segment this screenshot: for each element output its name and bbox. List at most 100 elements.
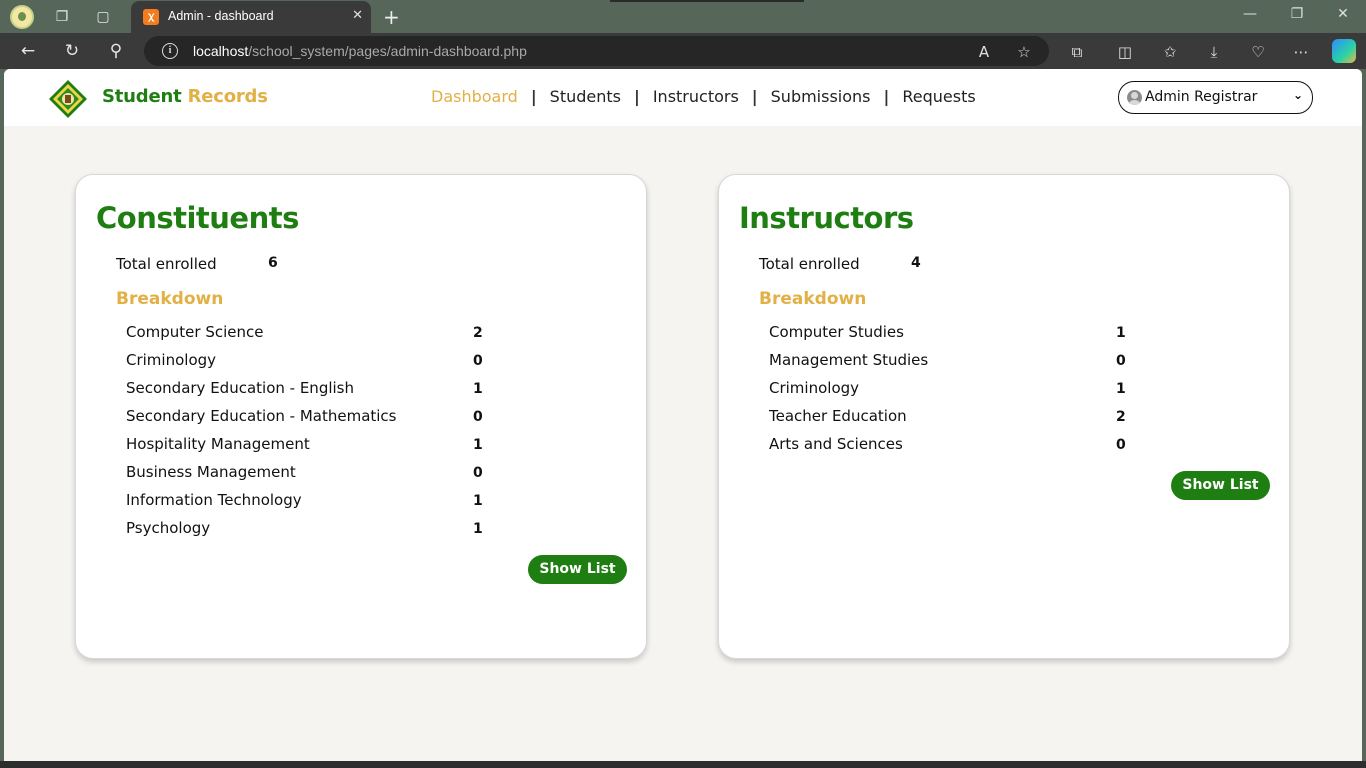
nav-students[interactable]: Students [550, 87, 621, 106]
instructors-title: Instructors [739, 201, 914, 235]
row-label: Secondary Education - English [126, 379, 354, 397]
nav-separator: | [530, 87, 537, 106]
instructors-breakdown-heading: Breakdown [759, 289, 867, 309]
page-viewport: Student Records Dashboard | Students | I… [4, 69, 1362, 761]
row-count: 0 [473, 409, 483, 425]
row-count: 1 [473, 521, 483, 537]
row-count: 1 [1116, 325, 1126, 341]
row-label: Criminology [126, 351, 217, 369]
brand-part-records: Records [181, 86, 268, 107]
row-label: Information Technology [126, 491, 302, 509]
tab-close-icon[interactable]: ✕ [352, 8, 363, 23]
new-tab-icon[interactable]: + [383, 5, 400, 29]
taskbar-edge [0, 761, 1366, 768]
nav-requests[interactable]: Requests [902, 87, 975, 106]
user-select-value: Admin Registrar [1145, 89, 1258, 105]
minimize-icon[interactable]: — [1235, 6, 1265, 22]
breakdown-row: Secondary Education - Mathematics 0 [126, 407, 626, 429]
window-close-icon[interactable]: ✕ [1328, 6, 1358, 22]
breakdown-row: Business Management 0 [126, 463, 626, 485]
nav-separator: | [751, 87, 758, 106]
constituents-total-label: Total enrolled [116, 255, 217, 273]
site-info-icon[interactable]: i [162, 43, 178, 59]
row-count: 2 [1116, 409, 1126, 425]
browser-navbar: ← ↻ ⚲ i localhost/school_system/pages/ad… [0, 33, 1366, 69]
breakdown-row: Criminology 0 [126, 351, 626, 373]
row-count: 0 [1116, 437, 1126, 453]
xampp-favicon-icon: ꭓ [143, 9, 159, 25]
tab-title: Admin - dashboard [168, 9, 274, 23]
breakdown-row: Arts and Sciences 0 [769, 435, 1269, 457]
browser-tab-active[interactable]: ꭓ Admin - dashboard ✕ [131, 1, 371, 33]
extensions-icon[interactable]: ⧉ [1066, 41, 1088, 63]
breakdown-row: Information Technology 1 [126, 491, 626, 513]
back-arrow-icon[interactable]: ← [17, 40, 39, 62]
row-label: Computer Studies [769, 323, 904, 341]
breakdown-row: Computer Science 2 [126, 323, 626, 345]
copilot-icon[interactable] [1332, 39, 1356, 63]
instructors-show-list-button[interactable]: Show List [1171, 471, 1270, 500]
row-label: Criminology [769, 379, 860, 397]
brand-part-student: Student [102, 86, 182, 107]
more-menu-icon[interactable]: ⋯ [1290, 41, 1312, 63]
breakdown-row: Secondary Education - English 1 [126, 379, 626, 401]
row-count: 0 [473, 465, 483, 481]
breakdown-row: Teacher Education 2 [769, 407, 1269, 429]
user-avatar-icon [1127, 90, 1142, 105]
breakdown-row: Management Studies 0 [769, 351, 1269, 373]
favorite-star-icon[interactable]: ☆ [1013, 41, 1035, 63]
browser-profile-avatar[interactable] [10, 5, 34, 29]
school-logo-icon [49, 80, 87, 118]
row-label: Psychology [126, 519, 211, 537]
user-account-select[interactable]: Admin Registrar ⌄ [1118, 81, 1313, 114]
breakdown-row: Hospitality Management 1 [126, 435, 626, 457]
nav-separator: | [633, 87, 640, 106]
row-count: 0 [473, 353, 483, 369]
row-label: Computer Science [126, 323, 264, 341]
constituents-total-value: 6 [268, 255, 278, 271]
browser-essentials-icon[interactable]: ♡ [1247, 41, 1269, 63]
row-label: Hospitality Management [126, 435, 310, 453]
breakdown-row: Criminology 1 [769, 379, 1269, 401]
workspaces-icon[interactable]: ❐ [51, 6, 73, 28]
nav-submissions[interactable]: Submissions [771, 87, 871, 106]
row-count: 1 [473, 493, 483, 509]
row-label: Business Management [126, 463, 296, 481]
favorites-icon[interactable]: ✩ [1159, 41, 1181, 63]
restore-icon[interactable]: ❐ [1282, 6, 1312, 22]
row-label: Management Studies [769, 351, 929, 369]
row-count: 0 [1116, 353, 1126, 369]
refresh-icon[interactable]: ↻ [61, 40, 83, 62]
instructors-total-label: Total enrolled [759, 255, 860, 273]
nav-dashboard[interactable]: Dashboard [431, 87, 518, 106]
constituents-card: Constituents Total enrolled 6 Breakdown … [75, 174, 647, 659]
window-drag-indicator [610, 0, 804, 2]
url-text[interactable]: localhost/school_system/pages/admin-dash… [193, 43, 527, 59]
chevron-down-icon: ⌄ [1292, 88, 1303, 102]
url-path: /school_system/pages/admin-dashboard.php [248, 43, 527, 59]
breakdown-row: Computer Studies 1 [769, 323, 1269, 345]
row-label: Teacher Education [769, 407, 907, 425]
row-count: 2 [473, 325, 483, 341]
read-aloud-icon[interactable]: A [973, 41, 995, 63]
search-icon[interactable]: ⚲ [105, 40, 127, 62]
row-count: 1 [473, 437, 483, 453]
site-header: Student Records Dashboard | Students | I… [4, 69, 1362, 126]
constituents-title: Constituents [96, 201, 299, 235]
tab-actions-icon[interactable]: ▢ [92, 6, 114, 28]
instructors-total-value: 4 [911, 255, 921, 271]
nav-instructors[interactable]: Instructors [653, 87, 739, 106]
brand-name[interactable]: Student Records [102, 86, 268, 107]
row-label: Secondary Education - Mathematics [126, 407, 397, 425]
constituents-breakdown-heading: Breakdown [116, 289, 224, 309]
nav-separator: | [883, 87, 890, 106]
row-count: 1 [473, 381, 483, 397]
constituents-show-list-button[interactable]: Show List [528, 555, 627, 584]
split-screen-icon[interactable]: ◫ [1114, 41, 1136, 63]
row-label: Arts and Sciences [769, 435, 903, 453]
browser-tabstrip: ❐ ▢ ꭓ Admin - dashboard ✕ + — ❐ ✕ [0, 0, 1366, 33]
downloads-icon[interactable]: ⤓ [1203, 41, 1225, 63]
breakdown-row: Psychology 1 [126, 519, 626, 541]
instructors-card: Instructors Total enrolled 4 Breakdown C… [718, 174, 1290, 659]
main-nav: Dashboard | Students | Instructors | Sub… [431, 87, 976, 106]
